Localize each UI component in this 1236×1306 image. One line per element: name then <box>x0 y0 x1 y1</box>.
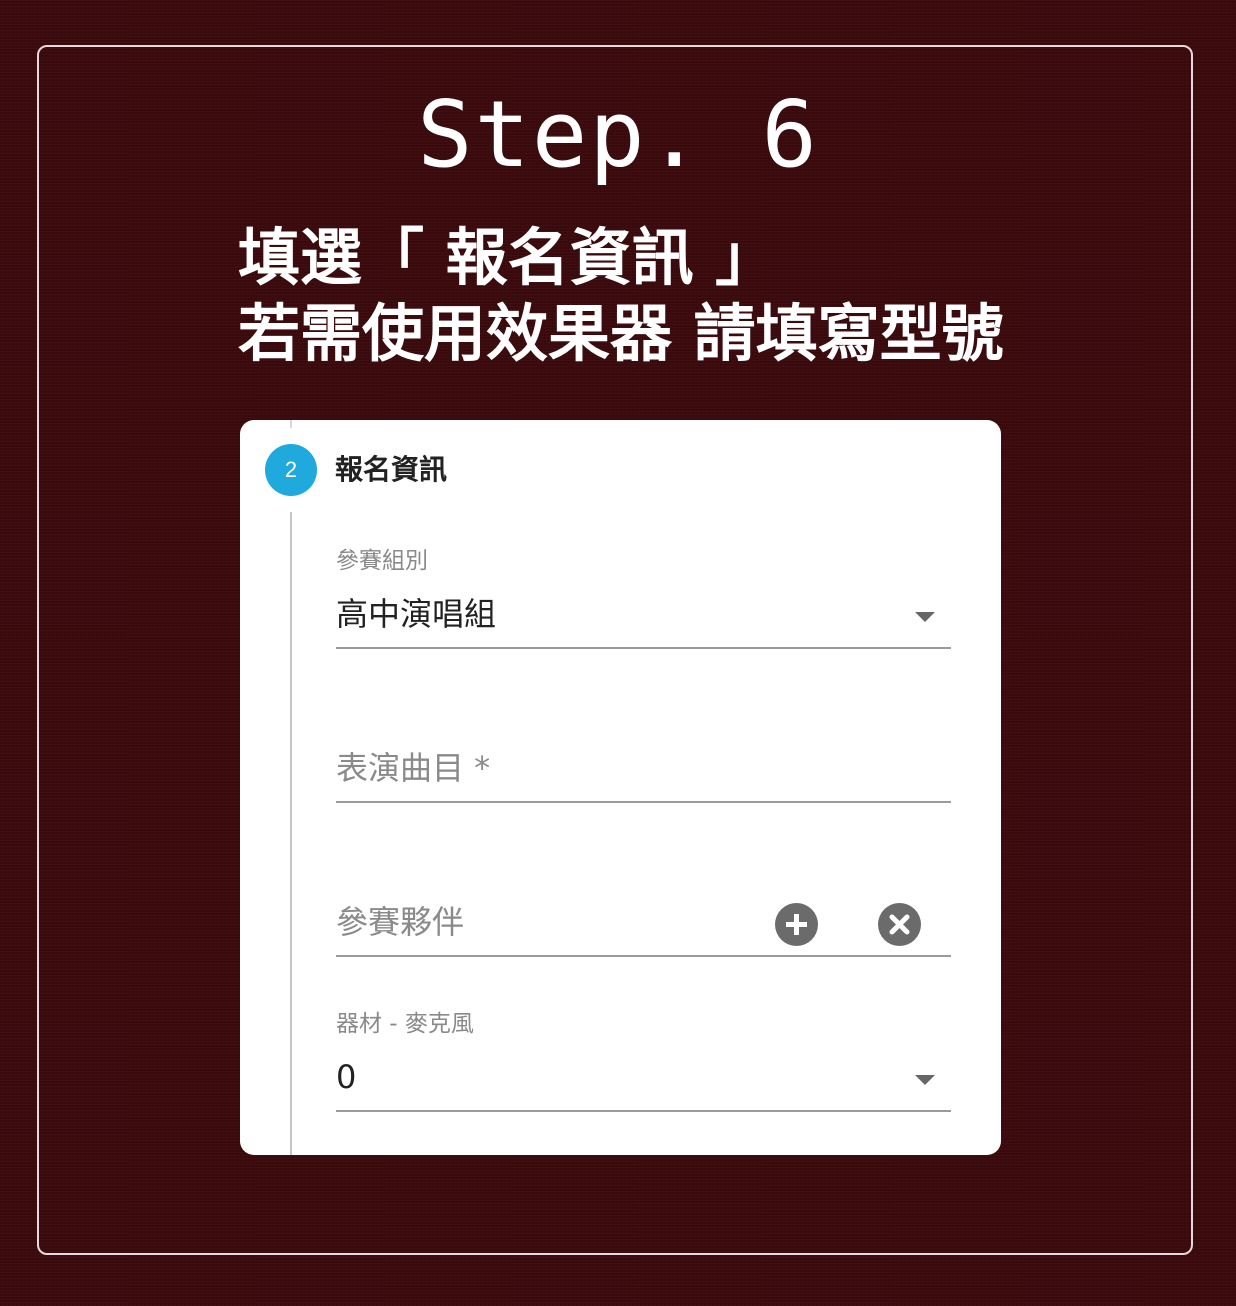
microphone-select-value: 0 <box>336 1058 357 1096</box>
partner-input-underline <box>336 955 951 957</box>
step-title-label: 報名資訊 <box>335 453 448 486</box>
step-number-badge: 2 <box>265 444 317 496</box>
x-circle-icon[interactable] <box>878 903 921 946</box>
step-title: Step. 6 <box>417 81 819 188</box>
stepper-connector <box>290 512 292 1155</box>
instruction-line-1: 填選「 報名資訊 」 <box>238 221 778 294</box>
song-input-placeholder: 表演曲目 * <box>336 749 491 787</box>
microphone-select[interactable]: 器材 - 麥克風 0 <box>336 1005 951 1115</box>
stepper-connector-top <box>290 420 292 428</box>
partner-input[interactable]: 參賽夥伴 <box>336 894 951 959</box>
group-select[interactable]: 參賽組別 高中演唱組 <box>336 540 951 650</box>
microphone-select-label: 器材 - 麥克風 <box>336 1011 474 1037</box>
group-select-value: 高中演唱組 <box>336 595 497 633</box>
song-input-underline <box>336 801 951 803</box>
partner-input-placeholder: 參賽夥伴 <box>336 903 465 941</box>
instruction-line-2: 若需使用效果器 請填寫型號 <box>238 297 1004 370</box>
chevron-down-icon[interactable] <box>915 1075 935 1085</box>
chevron-down-icon[interactable] <box>915 612 935 622</box>
group-select-underline <box>336 647 951 649</box>
registration-form-card: 2 報名資訊 參賽組別 高中演唱組 表演曲目 * 參賽夥伴 器材 - 麥克風 0 <box>240 420 1001 1155</box>
microphone-select-underline <box>336 1110 951 1112</box>
instruction-text: 填選「 報名資訊 」 若需使用效果器 請填寫型號 <box>238 220 1004 372</box>
group-select-label: 參賽組別 <box>336 548 428 574</box>
plus-circle-icon[interactable] <box>775 903 818 946</box>
song-input[interactable]: 表演曲目 * <box>336 740 951 805</box>
